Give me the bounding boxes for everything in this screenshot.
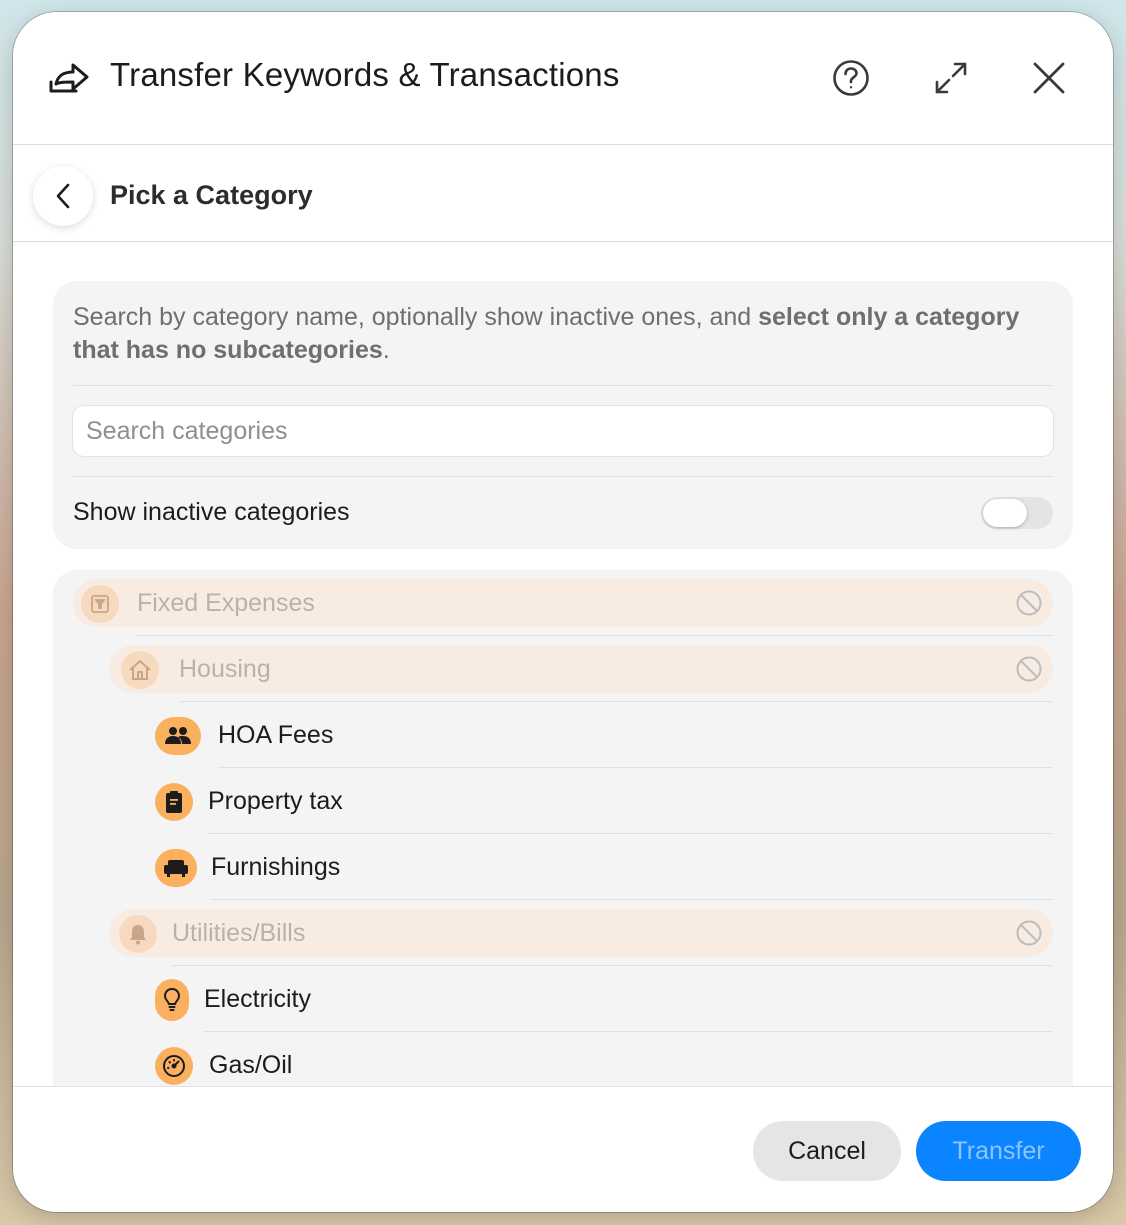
category-label: HOA Fees: [218, 721, 334, 749]
category-label: Housing: [179, 655, 271, 683]
subheader: Pick a Category: [13, 146, 1113, 242]
category-label: Gas/Oil: [209, 1051, 293, 1079]
search-card: Search by category name, optionally show…: [53, 281, 1073, 549]
clipboard-icon: [155, 783, 193, 821]
expand-button[interactable]: [929, 56, 973, 100]
search-input[interactable]: [72, 405, 1054, 457]
toggle-knob: [983, 499, 1027, 527]
instructions-suffix: .: [382, 336, 390, 364]
cancel-button[interactable]: Cancel: [753, 1121, 901, 1181]
question-circle-icon: [833, 60, 869, 96]
disabled-icon: [1016, 920, 1042, 946]
disabled-icon: [1016, 656, 1042, 682]
category-row-utilities-bills[interactable]: Utilities/Bills: [53, 900, 1073, 966]
category-label: Fixed Expenses: [137, 589, 315, 617]
gauge-icon: [155, 1047, 193, 1085]
back-button[interactable]: [33, 166, 93, 226]
instructions-prefix: Search by category name, optionally show…: [73, 303, 759, 331]
disabled-icon: [1016, 590, 1042, 616]
category-row-gas-oil[interactable]: Gas/Oil: [53, 1032, 1073, 1086]
page-title: Pick a Category: [110, 180, 313, 210]
chevron-left-icon: [56, 183, 70, 209]
close-icon: [1033, 62, 1065, 94]
close-button[interactable]: [1027, 56, 1071, 100]
divider: [73, 385, 1053, 386]
dialog-title: Transfer Keywords & Transactions: [110, 56, 620, 93]
category-label: Furnishings: [211, 853, 341, 881]
category-row-electricity[interactable]: Electricity: [53, 966, 1073, 1032]
pin-box-icon: [81, 585, 119, 623]
share-forward-icon: [48, 60, 90, 96]
category-row-hoa-fees[interactable]: HOA Fees: [53, 702, 1073, 768]
bell-icon: [119, 915, 157, 953]
category-label: Utilities/Bills: [172, 919, 306, 947]
dialog-header: Transfer Keywords & Transactions: [13, 12, 1113, 145]
divider: [73, 476, 1053, 477]
transfer-dialog: Transfer Keywords & Transactions Pick a …: [13, 12, 1113, 1212]
house-icon: [121, 651, 159, 689]
people-icon: [155, 717, 201, 755]
instructions-text: Search by category name, optionally show…: [73, 301, 1033, 367]
show-inactive-label: Show inactive categories: [73, 498, 350, 526]
category-label: Property tax: [208, 787, 343, 815]
category-row-housing[interactable]: Housing: [53, 636, 1073, 702]
transfer-button[interactable]: Transfer: [916, 1121, 1081, 1181]
expand-arrows-icon: [935, 62, 967, 94]
lightbulb-icon: [155, 979, 189, 1021]
category-label: Electricity: [204, 985, 311, 1013]
show-inactive-toggle[interactable]: [981, 497, 1053, 529]
content-area[interactable]: Search by category name, optionally show…: [13, 243, 1113, 1086]
category-list[interactable]: Fixed Expenses Housing HOA Fees Property…: [53, 570, 1073, 1086]
category-row-fixed-expenses[interactable]: Fixed Expenses: [53, 570, 1073, 636]
help-button[interactable]: [829, 56, 873, 100]
dialog-footer: Cancel Transfer: [13, 1086, 1113, 1212]
category-row-furnishings[interactable]: Furnishings: [53, 834, 1073, 900]
category-row-property-tax[interactable]: Property tax: [53, 768, 1073, 834]
sofa-icon: [155, 849, 197, 887]
